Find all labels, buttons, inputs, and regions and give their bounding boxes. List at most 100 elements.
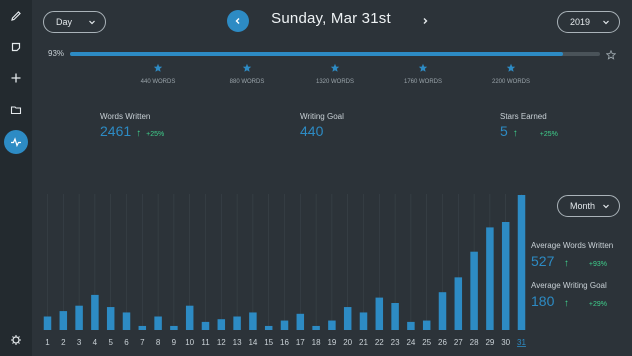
- star-icon: [242, 63, 252, 72]
- chart-tick-label[interactable]: 6: [124, 338, 129, 347]
- chart-tick-label[interactable]: 2: [61, 338, 66, 347]
- chart-tick-label[interactable]: 19: [327, 338, 336, 347]
- milestone-label: 2200 WORDS: [491, 79, 530, 85]
- chart-bar[interactable]: [422, 320, 431, 330]
- chart-bar[interactable]: [43, 316, 52, 331]
- chart-tick-label[interactable]: 31: [517, 338, 526, 347]
- chart-tick-label[interactable]: 5: [108, 338, 113, 347]
- activity-icon[interactable]: [4, 130, 28, 154]
- stat-label: Words Written: [100, 112, 151, 121]
- chart-bar[interactable]: [185, 305, 194, 330]
- chart-tick-label[interactable]: 22: [375, 338, 384, 347]
- chart-tick-label[interactable]: 12: [217, 338, 226, 347]
- chart-bar[interactable]: [75, 305, 83, 330]
- chart-bar[interactable]: [486, 227, 494, 330]
- chart-tick-label[interactable]: 3: [77, 338, 82, 347]
- stat-writing-goal: Writing Goal 440: [300, 112, 344, 139]
- chart-tick-label[interactable]: 8: [156, 338, 161, 347]
- goal-progress-bar: [70, 52, 600, 56]
- chart-tick-label[interactable]: 27: [454, 338, 463, 347]
- star-icon: [418, 63, 428, 72]
- chart-tick-label[interactable]: 20: [343, 338, 352, 347]
- chart-bar[interactable]: [233, 316, 241, 331]
- chart-bar[interactable]: [312, 325, 320, 330]
- chart-tick-label[interactable]: 30: [501, 338, 510, 347]
- next-day-button[interactable]: [418, 10, 432, 32]
- chart-tick-label[interactable]: 9: [172, 338, 177, 347]
- chart-tick-label[interactable]: 10: [185, 338, 194, 347]
- chevron-down-icon: [603, 20, 609, 25]
- chart-bar[interactable]: [296, 313, 305, 330]
- chart-bar[interactable]: [201, 321, 210, 330]
- chart-tick-label[interactable]: 13: [233, 338, 242, 347]
- chart-tick-label[interactable]: 7: [140, 338, 145, 347]
- chart-bar[interactable]: [280, 320, 289, 330]
- chart-bar[interactable]: [59, 311, 68, 330]
- chart-bar[interactable]: [407, 321, 415, 330]
- chart-tick-label[interactable]: 16: [280, 338, 289, 347]
- chart-bar[interactable]: [343, 307, 352, 330]
- chart-tick-label[interactable]: 26: [438, 338, 447, 347]
- chart-tick-label[interactable]: 15: [264, 338, 273, 347]
- chart-tick-label[interactable]: 17: [296, 338, 305, 347]
- chart-bar[interactable]: [154, 316, 162, 331]
- stat-value: 5: [500, 123, 508, 139]
- chart-bar[interactable]: [91, 294, 99, 330]
- chart-bar[interactable]: [106, 307, 115, 330]
- chevron-down-icon: [89, 20, 95, 25]
- chart-tick-label[interactable]: 23: [391, 338, 400, 347]
- note-icon[interactable]: [4, 35, 28, 59]
- milestone: 1760 WORDS: [393, 60, 453, 85]
- milestone-label: 440 WORDS: [140, 79, 176, 85]
- stat-value: 2461: [100, 123, 132, 139]
- stat-label: Stars Earned: [500, 112, 547, 121]
- chart-tick-label[interactable]: 18: [312, 338, 321, 347]
- pencil-icon[interactable]: [4, 4, 28, 28]
- chart-bar[interactable]: [138, 325, 147, 330]
- chart-bar[interactable]: [438, 292, 447, 330]
- stat-label: Writing Goal: [300, 112, 344, 121]
- chart-bar[interactable]: [328, 320, 336, 330]
- chart-bar[interactable]: [454, 277, 463, 330]
- chart-bar[interactable]: [359, 312, 368, 330]
- chevron-down-icon: [603, 204, 609, 209]
- milestone: 880 WORDS: [217, 60, 277, 85]
- stat-stars-earned: Stars Earned 5 ↑ +25%: [500, 112, 558, 139]
- chart-bar[interactable]: [249, 312, 257, 330]
- chart-tick-label[interactable]: 29: [485, 338, 494, 347]
- plus-icon[interactable]: [4, 66, 28, 90]
- chart-bar[interactable]: [170, 325, 178, 330]
- year-select[interactable]: 2019: [557, 11, 620, 33]
- chart-tick-label[interactable]: 4: [93, 338, 98, 347]
- stat-change: +25%: [146, 131, 165, 138]
- arrow-up-icon: ↑: [563, 298, 569, 309]
- milestone-label: 880 WORDS: [229, 79, 265, 85]
- chart-tick-label[interactable]: 14: [248, 338, 257, 347]
- chart-bar[interactable]: [264, 325, 273, 330]
- chart-tick-label[interactable]: 11: [201, 338, 210, 347]
- chart-bar[interactable]: [501, 222, 510, 330]
- chart-tick-label[interactable]: 21: [359, 338, 368, 347]
- chart-bar[interactable]: [391, 303, 399, 330]
- main-content: Day Sunday, Mar 31st 2019 93% 440 WORDS …: [32, 0, 632, 356]
- gear-icon[interactable]: [4, 328, 28, 352]
- chart-bar[interactable]: [517, 195, 526, 330]
- chart-tick-label[interactable]: 25: [422, 338, 431, 347]
- daily-words-chart: 1 2 3 4 5 6 7 8 9 10 11 12 13 14 15 16 17 18 19 20 21 22 23 24 2…: [43, 194, 526, 347]
- milestone: 1320 WORDS: [305, 60, 365, 85]
- range-select[interactable]: Month: [557, 195, 620, 217]
- chart-bar[interactable]: [217, 319, 226, 330]
- chart-tick-label[interactable]: 1: [45, 338, 50, 347]
- chart-tick-label[interactable]: 28: [470, 338, 479, 347]
- average-goal-value: 180: [531, 293, 555, 309]
- star-icon: [330, 63, 340, 72]
- folder-icon[interactable]: [4, 98, 28, 122]
- chart-bar[interactable]: [375, 297, 384, 330]
- goal-progress-fill: [70, 52, 563, 56]
- chart-bar[interactable]: [122, 312, 131, 330]
- period-select[interactable]: Day: [43, 11, 106, 33]
- milestone: 440 WORDS: [128, 60, 188, 85]
- average-goal-change: +29%: [588, 301, 607, 308]
- chart-bar[interactable]: [470, 251, 478, 330]
- chart-tick-label[interactable]: 24: [406, 338, 415, 347]
